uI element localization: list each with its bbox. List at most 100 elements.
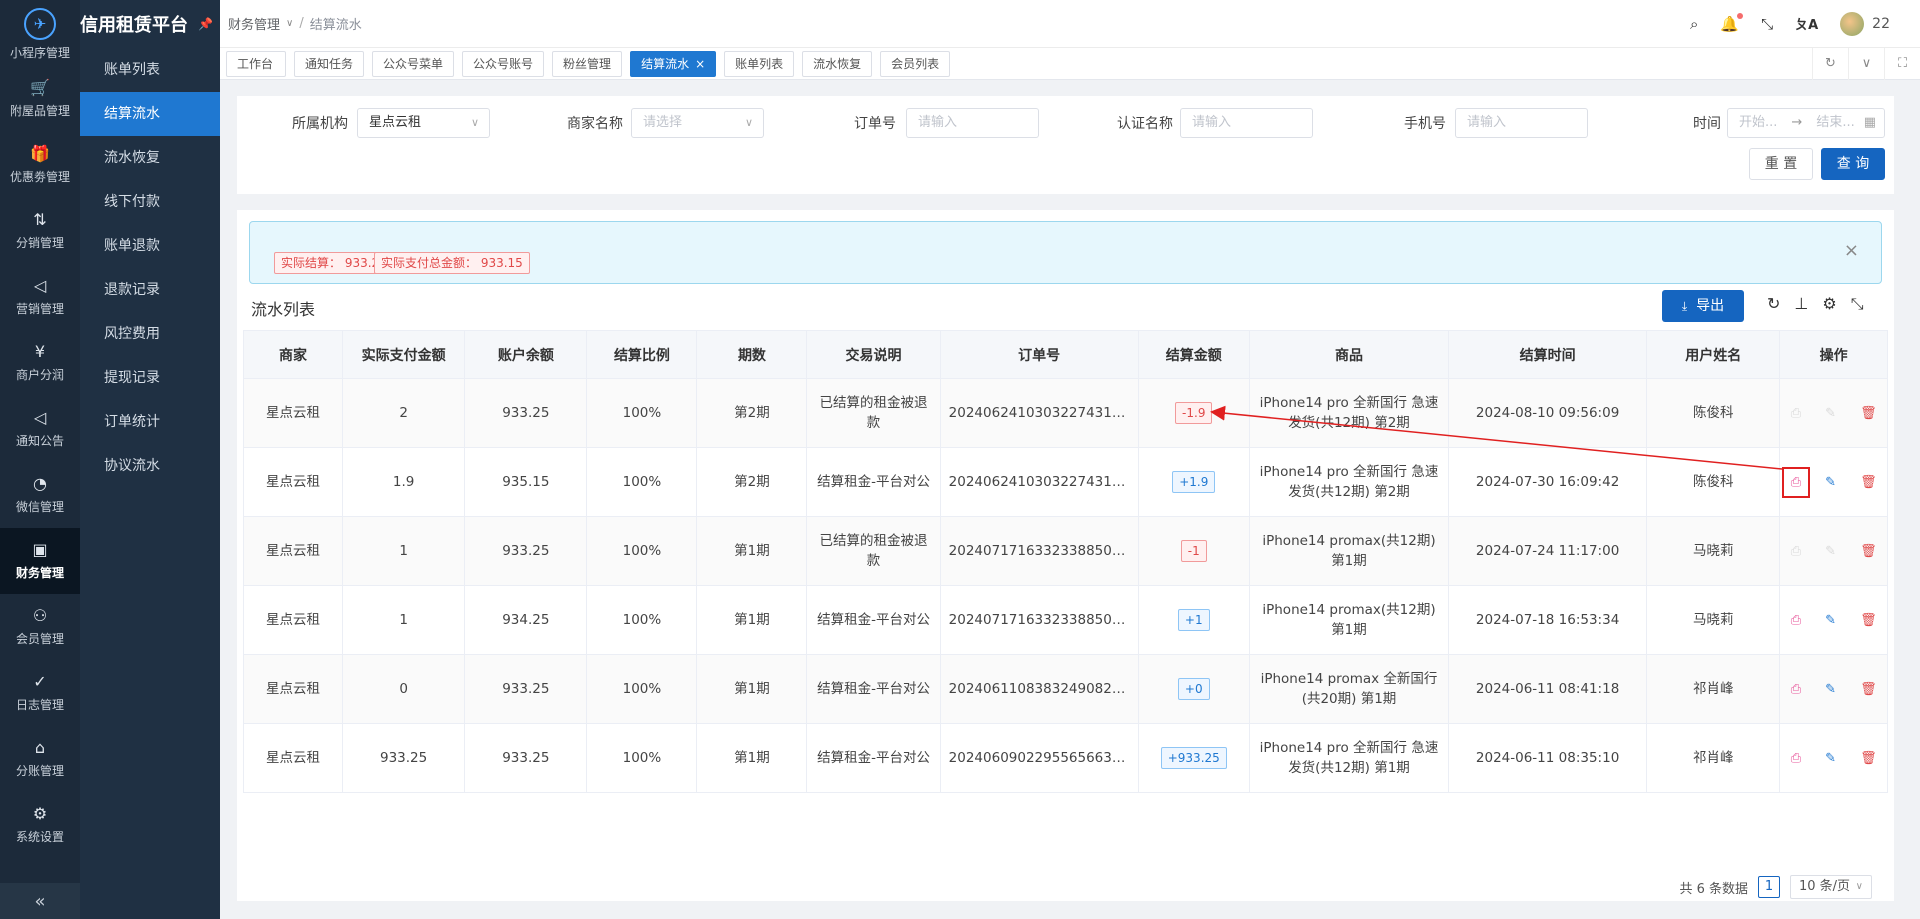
tab-8[interactable]: 会员列表 (880, 50, 951, 77)
cell-merchant: 星点云租 (243, 378, 343, 448)
cell-balance: 933.25 (464, 723, 588, 793)
tab-7[interactable]: 流水恢复 (802, 50, 873, 77)
tab-4[interactable]: 粉丝管理 (552, 50, 623, 77)
rail-item-6[interactable]: ◁ 通知公告 (0, 396, 80, 462)
subnav-item-6[interactable]: 风控费用 (80, 312, 220, 356)
subnav-item-1[interactable]: 结算流水 (80, 92, 220, 136)
export-button[interactable]: ⤓ 导出 (1662, 290, 1744, 322)
page-number[interactable]: 1 (1758, 876, 1780, 898)
user-name[interactable]: 22 (1872, 16, 1890, 32)
delete-icon[interactable]: 🗑 (1860, 476, 1877, 489)
subnav-item-0[interactable]: 账单列表 (80, 48, 220, 92)
tab-5[interactable]: 结算流水 × (630, 50, 717, 77)
rail-item-5[interactable]: ¥ 商户分润 (0, 330, 80, 396)
cell-goods: iPhone14 pro 全新国行 急速发货(共12期) 第1期 (1248, 723, 1450, 793)
delete-icon[interactable]: 🗑 (1860, 683, 1877, 696)
order-input[interactable]: 请输入 (906, 108, 1039, 138)
delete-icon[interactable]: 🗑 (1860, 752, 1877, 765)
cell-order: 20240717163323388505312 (939, 516, 1139, 586)
delete-icon[interactable]: 🗑 (1860, 407, 1877, 420)
rail-item-4[interactable]: ◁ 营销管理 (0, 264, 80, 330)
translate-icon[interactable]: ㄆA (1795, 14, 1818, 33)
tab-0[interactable]: 工作台 (226, 50, 286, 77)
receipt-icon[interactable]: ⎙ (1791, 614, 1801, 627)
rail-item-2[interactable]: 🎁 优惠劵管理 (0, 132, 80, 198)
table-row[interactable]: 星点云租 0 933.25 100% 第1期 结算租金-平台对公 2024061108383… (243, 654, 1888, 724)
rail-item-11[interactable]: ⌂ 分账管理 (0, 726, 80, 792)
edit-icon: ✎ (1825, 543, 1837, 559)
receipt-icon[interactable]: ⎙ (1781, 466, 1811, 498)
search-icon[interactable]: ⌕ (1690, 15, 1698, 33)
org-select[interactable]: 星点云租 ∨ (357, 108, 490, 138)
table-row[interactable]: 星点云租 1.9 935.15 100% 第2期 结算租金-平台对公 20240624103… (243, 447, 1888, 517)
subnav-item-4[interactable]: 账单退款 (80, 224, 220, 268)
avatar[interactable] (1840, 11, 1865, 36)
edit-icon[interactable]: ✎ (1825, 752, 1836, 765)
collapse-icon[interactable]: « (0, 883, 80, 919)
bell-icon[interactable]: 🔔 (1720, 12, 1744, 33)
tab-6[interactable]: 账单列表 (724, 50, 795, 77)
rail-item-label: 商户分润 (15, 367, 64, 382)
receipt-icon[interactable]: ⎙ (1791, 683, 1801, 696)
tab-3[interactable]: 公众号账号 (462, 50, 545, 77)
receipt-icon[interactable]: ⎙ (1791, 752, 1801, 765)
pin-icon[interactable]: 📌 (198, 17, 213, 31)
date-range-input[interactable]: 开始... → 结束... ▦ (1727, 108, 1885, 138)
tab-2[interactable]: 公众号菜单 (372, 50, 455, 77)
cell-pay: 1 (341, 585, 466, 655)
rail-icon: ⚇ (32, 605, 48, 625)
rail-item-0[interactable]: 小程序管理 (0, 44, 80, 66)
table-row[interactable]: 星点云租 933.25 933.25 100% 第1期 结算租金-平台对公 20240609… (243, 723, 1888, 793)
edit-icon[interactable]: ✎ (1825, 683, 1836, 696)
close-icon[interactable]: × (695, 57, 705, 71)
edit-icon[interactable]: ✎ (1825, 614, 1836, 627)
maximize-icon[interactable]: ⛶ (1884, 47, 1920, 80)
page-size-select[interactable]: 10 条/页 ∨ (1790, 875, 1872, 899)
column-header: 结算金额 (1137, 330, 1250, 379)
cell-user: 陈俊科 (1646, 378, 1781, 448)
breadcrumb-item-finance[interactable]: 财务管理 (228, 14, 280, 33)
cell-ratio: 100% (586, 378, 698, 448)
edit-icon[interactable]: ✎ (1825, 476, 1836, 489)
cell-amount: +1 (1137, 585, 1250, 655)
breadcrumb-separator: / (299, 16, 304, 31)
rail-item-8[interactable]: ▣ 财务管理 (0, 528, 80, 594)
table-row[interactable]: 星点云租 1 933.25 100% 第1期 已结算的租金被退款 2024071716332… (243, 516, 1888, 586)
cell-actions: ⎙ ✎ 🗑 (1779, 723, 1888, 793)
table-row[interactable]: 星点云租 1 934.25 100% 第1期 结算租金-平台对公 2024071716332… (243, 585, 1888, 655)
chevron-down-icon[interactable]: ∨ (1848, 47, 1884, 80)
merchant-label: 商家名称 (567, 116, 623, 132)
table-row[interactable]: 星点云租 2 933.25 100% 第2期 已结算的租金被退款 2024062410303… (243, 378, 1888, 448)
date-end-placeholder: 结束... (1816, 115, 1855, 130)
rail-item-1[interactable]: 🛒 附屋品管理 (0, 66, 80, 132)
subnav-item-7[interactable]: 提现记录 (80, 356, 220, 400)
gear-icon[interactable]: ⚙ (1822, 294, 1836, 314)
rail-item-12[interactable]: ⚙ 系统设置 (0, 792, 80, 858)
rail-item-7[interactable]: ◔ 微信管理 (0, 462, 80, 528)
delete-icon[interactable]: 🗑 (1860, 545, 1877, 558)
subnav-item-2[interactable]: 流水恢复 (80, 136, 220, 180)
cell-amount: +0 (1137, 654, 1250, 724)
rail-item-10[interactable]: ✓ 日志管理 (0, 660, 80, 726)
rail-item-9[interactable]: ⚇ 会员管理 (0, 594, 80, 660)
subnav-item-3[interactable]: 线下付款 (80, 180, 220, 224)
tab-label: 流水恢复 (813, 56, 862, 71)
fullscreen-icon[interactable]: ⤡ (1761, 15, 1773, 33)
column-height-icon[interactable]: ⊥ (1794, 294, 1808, 314)
reset-button[interactable]: 重 置 (1749, 148, 1813, 180)
rail-item-3[interactable]: ⇅ 分销管理 (0, 198, 80, 264)
delete-icon[interactable]: 🗑 (1860, 614, 1877, 627)
close-icon[interactable]: × (1844, 240, 1859, 261)
cell-goods: iPhone14 promax 全新国行(共20期) 第1期 (1248, 654, 1450, 724)
refresh-icon[interactable]: ↻ (1767, 294, 1780, 314)
query-button[interactable]: 查 询 (1821, 148, 1885, 180)
phone-input[interactable]: 请输入 (1455, 108, 1588, 138)
fullscreen-icon[interactable]: ⤡ (1851, 294, 1864, 314)
subnav-item-9[interactable]: 协议流水 (80, 444, 220, 488)
subnav-item-8[interactable]: 订单统计 (80, 400, 220, 444)
subnav-item-5[interactable]: 退款记录 (80, 268, 220, 312)
refresh-icon[interactable]: ↻ (1812, 47, 1848, 80)
tab-1[interactable]: 通知任务 (294, 50, 365, 77)
merchant-select[interactable]: 请选择 ∨ (631, 108, 764, 138)
cert-input[interactable]: 请输入 (1180, 108, 1313, 138)
